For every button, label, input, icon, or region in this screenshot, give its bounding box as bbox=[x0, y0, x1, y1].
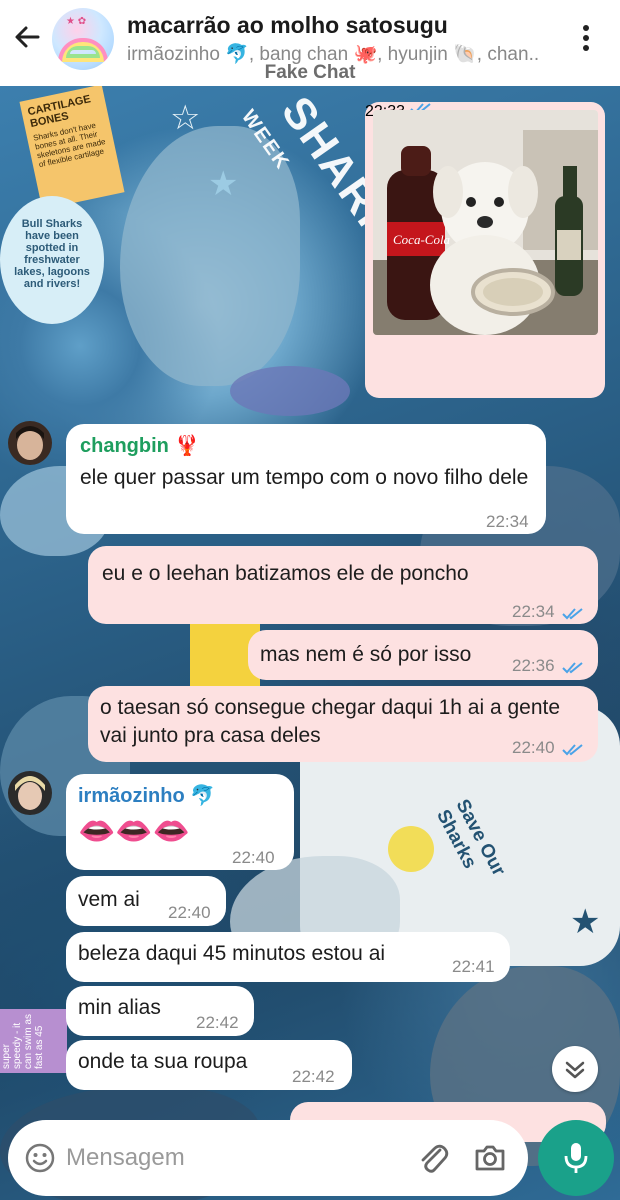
more-options-icon[interactable] bbox=[574, 22, 598, 56]
sender-emoji: 🦞 bbox=[174, 435, 200, 457]
microphone-icon bbox=[560, 1140, 592, 1176]
read-ticks-icon bbox=[562, 655, 584, 674]
changbin-avatar[interactable] bbox=[8, 421, 52, 465]
message-input[interactable] bbox=[66, 1138, 396, 1178]
wallpaper-star-icon: ★ bbox=[570, 903, 601, 941]
message-time: 22:42 bbox=[292, 1067, 335, 1086]
irmaozinho-avatar[interactable] bbox=[8, 771, 52, 815]
sender-name-text: changbin bbox=[80, 435, 169, 457]
read-ticks-icon bbox=[562, 601, 584, 620]
scroll-to-bottom-button[interactable] bbox=[552, 1046, 598, 1092]
incoming-message[interactable]: onde ta sua roupa 22:42 bbox=[66, 1040, 352, 1090]
sender-name[interactable]: changbin 🦞 bbox=[80, 432, 532, 460]
group-title[interactable]: macarrão ao molho satosugu bbox=[127, 12, 448, 39]
message-time: 22:41 bbox=[452, 957, 495, 976]
incoming-message[interactable]: vem ai 22:40 bbox=[66, 876, 226, 926]
outgoing-message[interactable]: o taesan só consegue chegar daqui 1h ai … bbox=[88, 686, 598, 762]
message-time: 22:34 bbox=[486, 512, 529, 531]
wallpaper-cartilage-panel: CARTILAGE BONES Sharks don't have bones … bbox=[19, 86, 125, 210]
read-ticks-icon bbox=[562, 737, 584, 756]
attach-paperclip-icon[interactable] bbox=[416, 1140, 450, 1176]
camera-icon[interactable] bbox=[472, 1140, 508, 1176]
message-time: 22:40 bbox=[512, 738, 555, 757]
wallpaper-whale-shark bbox=[230, 366, 350, 416]
wallpaper-star-icon: ☆ bbox=[170, 99, 201, 137]
incoming-message[interactable]: beleza daqui 45 minutos estou ai 22:41 bbox=[66, 932, 510, 982]
message-text: ele quer passar um tempo com o novo filh… bbox=[80, 466, 529, 489]
sender-emoji: 🐬 bbox=[190, 785, 216, 807]
outgoing-message[interactable]: eu e o leehan batizamos ele de poncho 22… bbox=[88, 546, 598, 624]
fake-chat-watermark: Fake Chat bbox=[264, 62, 356, 83]
message-time: 22:40 bbox=[168, 903, 211, 922]
message-time: 22:40 bbox=[232, 848, 275, 867]
message-time: 22:36 bbox=[512, 656, 555, 675]
back-arrow-icon[interactable] bbox=[10, 20, 44, 54]
photo-message[interactable]: Coca-Cola 22:33 bbox=[365, 102, 605, 398]
message-composer bbox=[8, 1120, 528, 1196]
wallpaper-bull-sharks-disc: Bull Sharks have been spotted in freshwa… bbox=[0, 196, 104, 324]
sender-name[interactable]: irmãozinho 🐬 bbox=[78, 782, 282, 810]
microphone-button[interactable] bbox=[538, 1120, 614, 1196]
wallpaper-sun-icon bbox=[388, 826, 434, 872]
wallpaper-bull-sharks-text: Bull Sharks have been spotted in freshwa… bbox=[14, 218, 90, 290]
message-time: 22:42 bbox=[196, 1013, 239, 1032]
incoming-message[interactable]: min alias 22:42 bbox=[66, 986, 254, 1036]
message-text: eu e o leehan batizamos ele de poncho bbox=[102, 562, 469, 585]
sender-name-text: irmãozinho bbox=[78, 785, 185, 807]
wallpaper-speedy-tag: super speedy - it can swim as fast as 45 bbox=[0, 1009, 67, 1073]
message-time: 22:34 bbox=[512, 602, 555, 621]
incoming-message[interactable]: changbin 🦞 ele quer passar um tempo com … bbox=[66, 424, 546, 534]
dog-photo[interactable]: Coca-Cola bbox=[373, 110, 598, 335]
emoji-icon[interactable] bbox=[24, 1142, 56, 1174]
wallpaper-star-icon: ★ bbox=[208, 165, 239, 203]
outgoing-message[interactable]: mas nem é só por isso 22:36 bbox=[248, 630, 598, 680]
message-text: beleza daqui 45 minutos estou ai bbox=[78, 942, 386, 965]
svg-text:Coca-Cola: Coca-Cola bbox=[393, 232, 451, 247]
group-avatar[interactable]: ★ ✿ bbox=[52, 8, 114, 70]
incoming-message[interactable]: irmãozinho 🐬 👄👄👄 22:40 bbox=[66, 774, 294, 870]
